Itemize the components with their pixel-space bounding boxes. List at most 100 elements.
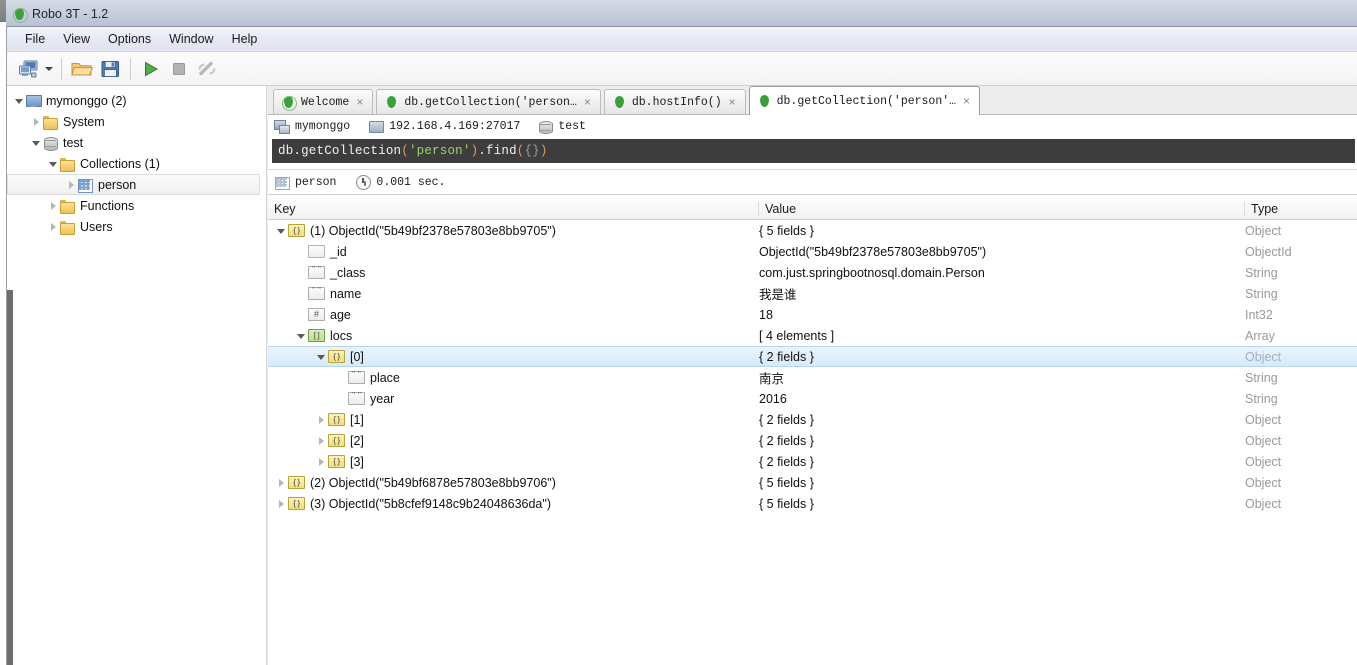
explorer-item-users[interactable]: Users bbox=[7, 216, 266, 237]
grid-cell-key: " " name bbox=[268, 287, 759, 301]
workspace: Welcome × db.getCollection('person… × db.hos… bbox=[268, 86, 1357, 665]
editor-tab-0[interactable]: Welcome × bbox=[273, 89, 374, 114]
explorer-item-collections-1[interactable]: Collections (1) bbox=[7, 153, 266, 174]
grid-cell-value: { 5 fields } bbox=[759, 223, 814, 238]
grid-row[interactable]: " " year 2016 String bbox=[268, 388, 1357, 409]
grid-row[interactable]: " " _class com.just.springbootnosql.domain… bbox=[268, 262, 1357, 283]
open-script-button[interactable] bbox=[68, 55, 96, 83]
twisty-collapsed-icon[interactable] bbox=[47, 200, 59, 212]
grid-row[interactable]: { } [0] { 2 fields } Object bbox=[268, 346, 1357, 367]
grid-key-label: (2) ObjectId("5b49bf6878e57803e8bb9706") bbox=[310, 475, 556, 490]
grid-cell-key: { } (1) ObjectId("5b49bf2378e57803e8bb970… bbox=[268, 224, 759, 238]
grid-cell-key: # age bbox=[268, 308, 759, 322]
grid-row[interactable]: { } [1] { 2 fields } Object bbox=[268, 409, 1357, 430]
table-icon bbox=[274, 176, 290, 190]
toolbar-separator-2 bbox=[130, 57, 131, 80]
connect-dropdown[interactable] bbox=[43, 55, 55, 83]
doc-type-icon: { } bbox=[328, 434, 345, 447]
close-icon[interactable]: × bbox=[728, 96, 737, 108]
menu-view[interactable]: View bbox=[54, 29, 99, 49]
twisty-collapsed-icon[interactable] bbox=[276, 498, 288, 510]
sidebar-scrollbar[interactable] bbox=[7, 290, 13, 665]
menu-window[interactable]: Window bbox=[160, 29, 222, 49]
twisty-expanded-icon[interactable] bbox=[316, 351, 328, 363]
grid-row[interactable]: " " name 我是谁 String bbox=[268, 283, 1357, 304]
twisty-expanded-icon[interactable] bbox=[30, 137, 42, 149]
editor-tab-2[interactable]: db.hostInfo() × bbox=[603, 89, 746, 114]
execute-button[interactable] bbox=[137, 55, 165, 83]
twisty-collapsed-icon[interactable] bbox=[316, 414, 328, 426]
grid-key-label: age bbox=[330, 307, 351, 322]
grid-row[interactable]: _id ObjectId("5b49bf2378e57803e8bb9705") O… bbox=[268, 241, 1357, 262]
grid-cell-type: Object bbox=[1245, 223, 1282, 238]
result-grid-header: Key Value Type bbox=[268, 198, 1357, 220]
grid-row[interactable]: { } (3) ObjectId("5b8cfef9148c9b24048636d… bbox=[268, 493, 1357, 514]
grid-key-label: [0] bbox=[350, 349, 364, 364]
explorer-item-test[interactable]: test bbox=[7, 132, 266, 153]
code-token: 'person' bbox=[408, 144, 471, 158]
twisty-expanded-icon[interactable] bbox=[47, 158, 59, 170]
twisty-collapsed-icon[interactable] bbox=[47, 221, 59, 233]
grid-cell-key: { } [2] bbox=[268, 434, 759, 448]
menu-file[interactable]: File bbox=[16, 29, 54, 49]
grid-icon bbox=[77, 178, 93, 193]
grid-row[interactable]: { } (2) ObjectId("5b49bf6878e57803e8bb970… bbox=[268, 472, 1357, 493]
explorer-item-label: Users bbox=[80, 219, 113, 234]
grid-cell-value: { 2 fields } bbox=[759, 433, 814, 448]
explorer-item-label: person bbox=[98, 177, 137, 192]
result-collection: person bbox=[295, 175, 337, 189]
menu-help[interactable]: Help bbox=[223, 29, 267, 49]
refresh-button[interactable] bbox=[193, 55, 221, 83]
editor-tab-1[interactable]: db.getCollection('person… × bbox=[376, 89, 601, 114]
stop-button[interactable] bbox=[165, 55, 193, 83]
column-header-key[interactable]: Key bbox=[268, 201, 759, 216]
grid-cell-type: Object bbox=[1245, 454, 1282, 469]
twisty-collapsed-icon[interactable] bbox=[65, 179, 77, 191]
query-editor[interactable]: db.getCollection('person') .find({}) bbox=[272, 139, 1355, 163]
close-icon[interactable]: × bbox=[962, 95, 971, 107]
grid-row[interactable]: { } [3] { 2 fields } Object bbox=[268, 451, 1357, 472]
explorer-item-system[interactable]: System bbox=[7, 111, 266, 132]
explorer-item-person[interactable]: person bbox=[7, 174, 260, 195]
grid-cell-value: com.just.springbootnosql.domain.Person bbox=[759, 265, 985, 280]
twisty-collapsed-icon[interactable] bbox=[316, 435, 328, 447]
save-script-button[interactable] bbox=[96, 55, 124, 83]
toolbar-separator-1 bbox=[61, 57, 62, 80]
oid-type-icon bbox=[308, 245, 325, 258]
twisty-none bbox=[296, 288, 308, 300]
twisty-collapsed-icon[interactable] bbox=[30, 116, 42, 128]
menu-bar: File View Options Window Help bbox=[7, 27, 1357, 52]
explorer-item-label: mymonggo (2) bbox=[46, 93, 127, 108]
close-icon[interactable]: × bbox=[355, 96, 364, 108]
grid-row[interactable]: { } [2] { 2 fields } Object bbox=[268, 430, 1357, 451]
grid-cell-type: String bbox=[1245, 370, 1278, 385]
twisty-collapsed-icon[interactable] bbox=[316, 456, 328, 468]
grid-row[interactable]: [ ] locs [ 4 elements ] Array bbox=[268, 325, 1357, 346]
grid-cell-type: Array bbox=[1245, 328, 1275, 343]
twisty-collapsed-icon[interactable] bbox=[276, 477, 288, 489]
twisty-expanded-icon[interactable] bbox=[276, 225, 288, 237]
tab-strip: Welcome × db.getCollection('person… × db.hos… bbox=[268, 86, 1357, 115]
menu-options[interactable]: Options bbox=[99, 29, 160, 49]
connect-button[interactable] bbox=[15, 55, 43, 83]
twisty-expanded-icon[interactable] bbox=[13, 95, 25, 107]
num-type-icon: # bbox=[308, 308, 325, 321]
grid-row[interactable]: { } (1) ObjectId("5b49bf2378e57803e8bb970… bbox=[268, 220, 1357, 241]
grid-cell-key: [ ] locs bbox=[268, 329, 759, 343]
grid-key-label: [1] bbox=[350, 412, 364, 427]
close-icon[interactable]: × bbox=[583, 96, 592, 108]
code-token: ) bbox=[470, 144, 479, 158]
robo3t-window: Robo 3T - 1.2 File View Options Window H… bbox=[0, 0, 1357, 665]
twisty-expanded-icon[interactable] bbox=[296, 330, 308, 342]
explorer-item-functions[interactable]: Functions bbox=[7, 195, 266, 216]
database-explorer: mymonggo (2) System test Collections (1) per… bbox=[7, 86, 267, 665]
explorer-tree: mymonggo (2) System test Collections (1) per… bbox=[7, 86, 266, 237]
editor-tab-3[interactable]: db.getCollection('person'… × bbox=[748, 86, 981, 115]
app-leaf-icon bbox=[13, 7, 28, 23]
column-header-type[interactable]: Type bbox=[1245, 202, 1357, 216]
grid-row[interactable]: # age 18 Int32 bbox=[268, 304, 1357, 325]
explorer-item-mymonggo-2[interactable]: mymonggo (2) bbox=[7, 90, 266, 111]
connection-info-bar: mymonggo 192.168.4.169:27017 test bbox=[268, 115, 1357, 138]
column-header-value[interactable]: Value bbox=[759, 201, 1245, 216]
grid-row[interactable]: " " place 南京 String bbox=[268, 367, 1357, 388]
